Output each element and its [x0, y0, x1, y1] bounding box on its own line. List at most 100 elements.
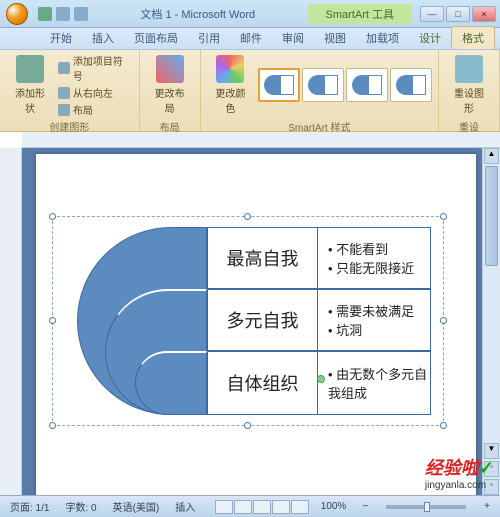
view-draft[interactable] [291, 500, 309, 514]
style-item-4[interactable] [390, 68, 432, 102]
group-create-graphic: 添加形状 添加项目符号 从右向左 布局 创建图形 [0, 50, 140, 131]
watermark-url: jingyanla.com [425, 480, 494, 491]
view-buttons [215, 500, 309, 514]
add-bullet-button[interactable]: 添加项目符号 [58, 53, 133, 83]
reset-icon [455, 55, 483, 83]
smartart-row-1[interactable]: 最高自我 不能看到 只能无限接近 [207, 227, 431, 289]
tab-page-layout[interactable]: 页面布局 [124, 27, 188, 49]
status-words[interactable]: 字数: 0 [61, 499, 100, 514]
add-shape-button[interactable]: 添加形状 [6, 53, 54, 117]
tab-mailings[interactable]: 邮件 [230, 27, 272, 49]
view-outline[interactable] [272, 500, 290, 514]
row2-bullet-2: 坑洞 [328, 320, 430, 339]
zoom-out-button[interactable]: − [358, 501, 372, 512]
tab-references[interactable]: 引用 [188, 27, 230, 49]
rtl-button[interactable]: 从右向左 [58, 85, 133, 100]
tab-design[interactable]: 设计 [409, 27, 451, 49]
zoom-in-button[interactable]: + [480, 501, 494, 512]
zoom-slider-thumb[interactable] [424, 502, 430, 512]
row1-bullet-1: 不能看到 [328, 239, 430, 258]
ribbon-tabs: 开始 插入 页面布局 引用 邮件 审阅 视图 加载项 设计 格式 [0, 28, 500, 50]
resize-handle-tm[interactable] [244, 213, 251, 220]
tab-addins[interactable]: 加载项 [356, 27, 409, 49]
row3-bullets[interactable]: 由无数个多元自我组成 [318, 352, 430, 414]
view-print-layout[interactable] [215, 500, 233, 514]
rotate-handle[interactable] [317, 375, 325, 383]
row2-title[interactable]: 多元自我 [208, 290, 318, 350]
window-title: 文档 1 - Microsoft Word [88, 6, 308, 22]
resize-handle-mr[interactable] [440, 317, 447, 324]
resize-handle-bm[interactable] [244, 422, 251, 429]
document-area: 最高自我 不能看到 只能无限接近 多元自我 需要未被满足 坑洞 自体组织 [22, 148, 482, 495]
vertical-scrollbar[interactable]: ▲ ▼ ◦ ◦ [482, 148, 500, 495]
arc-level-3[interactable] [135, 351, 207, 415]
view-full-screen[interactable] [234, 500, 252, 514]
scroll-up-button[interactable]: ▲ [484, 148, 499, 164]
scroll-thumb[interactable] [485, 166, 498, 266]
style-gallery [258, 68, 432, 102]
change-layout-icon [156, 55, 184, 83]
title-bar: 文档 1 - Microsoft Word SmartArt 工具 — □ × [0, 0, 500, 28]
tab-review[interactable]: 审阅 [272, 27, 314, 49]
office-logo-icon [6, 3, 28, 25]
row2-bullet-1: 需要未被满足 [328, 301, 430, 320]
layout-small-button[interactable]: 布局 [58, 102, 133, 117]
row3-bullet-1: 由无数个多元自我组成 [328, 364, 430, 402]
undo-icon[interactable] [56, 7, 70, 21]
style-item-2[interactable] [302, 68, 344, 102]
layout-small-icon [58, 104, 70, 116]
ruler-horizontal[interactable] [22, 132, 500, 148]
resize-handle-bl[interactable] [49, 422, 56, 429]
watermark-check-icon: ✓ [479, 458, 494, 478]
quick-access-toolbar [38, 7, 88, 21]
resize-handle-tr[interactable] [440, 213, 447, 220]
status-bar: 页面: 1/1 字数: 0 英语(美国) 插入 100% − + [0, 495, 500, 517]
resize-handle-tl[interactable] [49, 213, 56, 220]
tab-insert[interactable]: 插入 [82, 27, 124, 49]
row1-title[interactable]: 最高自我 [208, 228, 318, 288]
add-shape-label: 添加形状 [10, 85, 50, 115]
group-reset: 重设图形 重设 [439, 50, 500, 131]
status-mode[interactable]: 插入 [171, 499, 199, 514]
zoom-slider[interactable] [386, 505, 466, 509]
tab-format[interactable]: 格式 [451, 26, 495, 49]
zoom-level[interactable]: 100% [317, 501, 351, 512]
tab-view[interactable]: 视图 [314, 27, 356, 49]
smartart-selection-frame[interactable]: 最高自我 不能看到 只能无限接近 多元自我 需要未被满足 坑洞 自体组织 [52, 216, 444, 426]
save-icon[interactable] [38, 7, 52, 21]
group-smartart-styles: 更改颜色 SmartArt 样式 [201, 50, 440, 131]
page[interactable]: 最高自我 不能看到 只能无限接近 多元自我 需要未被满足 坑洞 自体组织 [36, 154, 476, 495]
ribbon: 添加形状 添加项目符号 从右向左 布局 创建图形 更改布局 布局 更改颜色 [0, 50, 500, 132]
status-page[interactable]: 页面: 1/1 [6, 499, 53, 514]
view-web-layout[interactable] [253, 500, 271, 514]
window-controls: — □ × [420, 6, 496, 22]
row3-title[interactable]: 自体组织 [208, 352, 318, 414]
smartart-row-2[interactable]: 多元自我 需要未被满足 坑洞 [207, 289, 431, 351]
resize-handle-ml[interactable] [49, 317, 56, 324]
maximize-button[interactable]: □ [446, 6, 470, 22]
redo-icon[interactable] [74, 7, 88, 21]
change-colors-button[interactable]: 更改颜色 [207, 53, 255, 117]
add-shape-icon [16, 55, 44, 83]
tab-home[interactable]: 开始 [40, 27, 82, 49]
smartart-graphic[interactable]: 最高自我 不能看到 只能无限接近 多元自我 需要未被满足 坑洞 自体组织 [77, 227, 431, 415]
rtl-icon [58, 87, 70, 99]
smartart-row-3[interactable]: 自体组织 由无数个多元自我组成 [207, 351, 431, 415]
row1-bullets[interactable]: 不能看到 只能无限接近 [318, 228, 430, 288]
reset-graphic-button[interactable]: 重设图形 [445, 53, 493, 117]
change-colors-label: 更改颜色 [211, 85, 251, 115]
status-language[interactable]: 英语(美国) [109, 499, 164, 514]
ruler-vertical[interactable] [0, 148, 22, 495]
change-layout-button[interactable]: 更改布局 [146, 53, 194, 117]
row2-bullets[interactable]: 需要未被满足 坑洞 [318, 290, 430, 350]
style-item-1[interactable] [258, 68, 300, 102]
close-button[interactable]: × [472, 6, 496, 22]
office-button[interactable] [0, 0, 34, 28]
group-layouts: 更改布局 布局 [140, 50, 201, 131]
minimize-button[interactable]: — [420, 6, 444, 22]
contextual-tab-label: SmartArt 工具 [308, 4, 412, 24]
style-item-3[interactable] [346, 68, 388, 102]
change-colors-icon [216, 55, 244, 83]
reset-label: 重设图形 [449, 85, 489, 115]
resize-handle-br[interactable] [440, 422, 447, 429]
